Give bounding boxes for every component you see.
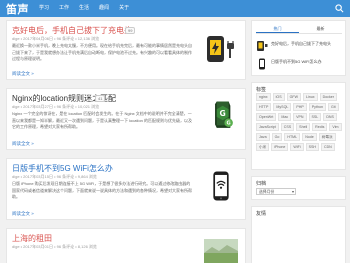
tag-item[interactable]: Linux [302, 93, 318, 101]
post-meta: dige • 2017年03月15日 • 96 条评论 • 9,864 浏览 [12, 174, 97, 179]
tag-item[interactable]: JavaScript [256, 123, 279, 131]
tag-item[interactable]: GFW [286, 93, 301, 101]
panel-title: 友情 [256, 211, 267, 217]
panel-title: 归档 [256, 181, 267, 187]
tag-item[interactable]: DNS [323, 113, 337, 121]
post-thumbnail-image [204, 239, 238, 263]
tab-popular[interactable]: 热门 [256, 25, 299, 33]
svg-text:G: G [220, 109, 226, 118]
panel-title: 标签 [256, 87, 267, 93]
phone-wifi-icon [213, 171, 229, 201]
tag-item[interactable]: Vim [329, 123, 342, 131]
tag-item[interactable]: 树莓派 [318, 133, 336, 141]
tag-item[interactable]: iOS [272, 93, 285, 101]
tag-item[interactable]: nginx [256, 93, 271, 101]
tab-latest[interactable]: 最新 [299, 25, 342, 33]
popular-posts-panel: 热门 最新 克好电后，手机自己拔下了充电头 日版手机不到5G WiFi怎么办 [251, 20, 346, 76]
side-post-title[interactable]: 日版手机不到5G WiFi怎么办 [271, 59, 343, 64]
post-meta: dige • 2017年03月27日 • 96 条评论 • 10,021 浏览 [12, 104, 100, 109]
side-post-item[interactable]: 日版手机不到5G WiFi怎么办 [256, 57, 342, 71]
post-title[interactable]: 上海的租田 [12, 233, 52, 244]
tag-cloud: nginx iOS GFW Linux Docker HTTP MySQL PHP Python… [256, 93, 343, 151]
top-navbar: 笛声 学习 工作 生活 趣闻 关于 [0, 0, 350, 17]
post-excerpt: 日版 iPhone 购买后发现日期连接不上 5G WiFi，于是想了很多办法进行… [12, 181, 192, 199]
read-more-link[interactable]: 阅读全文 » [12, 71, 34, 77]
read-more-link[interactable]: 阅读全文 » [12, 141, 34, 147]
read-more-link[interactable]: 阅读全文 » [12, 211, 34, 217]
post-title[interactable]: 日版手机不到5G WiFi怎么办 [12, 163, 113, 174]
tag-item[interactable]: PHP [293, 103, 307, 111]
archive-panel: 归档 选择月份 [251, 176, 346, 200]
nav-item-study[interactable]: 学习 [34, 0, 54, 17]
tag-item[interactable]: Redis [312, 123, 328, 131]
archive-month-select[interactable]: 选择月份 [256, 188, 296, 195]
post-excerpt: Nginx 一个完全的惊讶在，是在 location 匹配时会发生的。在于 Ng… [12, 111, 192, 129]
post-meta: dige • 2017年04月06日 • 96 条评论 • 12,136 浏览 [12, 36, 100, 41]
tag-item[interactable]: Git [327, 103, 339, 111]
tag-item[interactable]: VPN [293, 113, 307, 121]
sidebar-tabs: 热门 最新 [256, 25, 342, 34]
post-card: 日版手机不到5G WiFi怎么办 dige • 2017年03月15日 • 96… [6, 158, 246, 220]
charger-icon [207, 36, 234, 62]
post-card: 上海的租田 dige • 2017年03月01日 • 96 条评论 • 8,12… [6, 228, 246, 263]
charger-icon [257, 41, 268, 51]
post-card: Nginx的location规则迷之匹配 41 dige • 2017年03月2… [6, 88, 246, 150]
tag-item[interactable]: iPhone [271, 143, 289, 151]
phone-wifi-icon [259, 58, 265, 70]
post-list: 克好电后，手机自己拔下了充电头 99 dige • 2017年04月06日 • … [6, 20, 246, 263]
tag-item[interactable]: Go [271, 133, 283, 141]
links-panel: 友情 [251, 206, 346, 263]
tag-item[interactable]: Shell [296, 123, 311, 131]
tag-item[interactable]: 小米 [256, 143, 270, 151]
main-nav: 学习 工作 生活 趣闻 关于 [34, 0, 134, 17]
nav-item-fun[interactable]: 趣闻 [94, 0, 114, 17]
svg-text:G: G [227, 121, 231, 127]
tag-item[interactable]: Java [256, 133, 270, 141]
tag-item[interactable]: SSH [305, 143, 319, 151]
comment-count-badge: 41 [95, 95, 106, 102]
side-post-item[interactable]: 克好电后，手机自己拔下了充电头 [256, 39, 342, 53]
nav-item-work[interactable]: 工作 [54, 0, 74, 17]
sidebar: 热门 最新 克好电后，手机自己拔下了充电头 日版手机不到5G WiFi怎么办 标… [251, 20, 346, 263]
tag-item[interactable]: WiFi [290, 143, 304, 151]
nav-item-life[interactable]: 生活 [74, 0, 94, 17]
tag-item[interactable]: OpenWrt [256, 113, 277, 121]
tag-item[interactable]: Docker [319, 93, 337, 101]
tag-item[interactable]: Mac [278, 113, 292, 121]
tag-item[interactable]: Python [308, 103, 326, 111]
post-excerpt: 最近换一款小米手机，晚上充电太慢，不方便用。现在给手机充完后，最有可能的事情居然… [12, 43, 192, 61]
post-title[interactable]: 克好电后，手机自己拔下了充电头 [12, 25, 132, 36]
nav-item-about[interactable]: 关于 [114, 0, 134, 17]
tag-item[interactable]: CDN [320, 143, 335, 151]
tag-item[interactable]: SSL [308, 113, 322, 121]
nginx-logo-icon: G G [215, 101, 233, 128]
side-post-title[interactable]: 克好电后，手机自己拔下了充电头 [271, 41, 343, 46]
tag-item[interactable]: MySQL [273, 103, 292, 111]
post-card: 克好电后，手机自己拔下了充电头 99 dige • 2017年04月06日 • … [6, 20, 246, 80]
tag-item[interactable]: Node [302, 133, 317, 141]
site-logo[interactable]: 笛声 [6, 1, 29, 17]
tag-item[interactable]: CSS [280, 123, 295, 131]
tags-panel: 标签 nginx iOS GFW Linux Docker HTTP MySQL PHP Pyt… [251, 82, 346, 170]
comment-count-badge: 99 [125, 27, 136, 34]
search-icon[interactable] [335, 4, 344, 13]
tag-item[interactable]: HTTP [256, 103, 272, 111]
post-meta: dige • 2017年03月01日 • 96 条评论 • 8,126 浏览 [12, 244, 97, 249]
tag-item[interactable]: HTML [284, 133, 301, 141]
